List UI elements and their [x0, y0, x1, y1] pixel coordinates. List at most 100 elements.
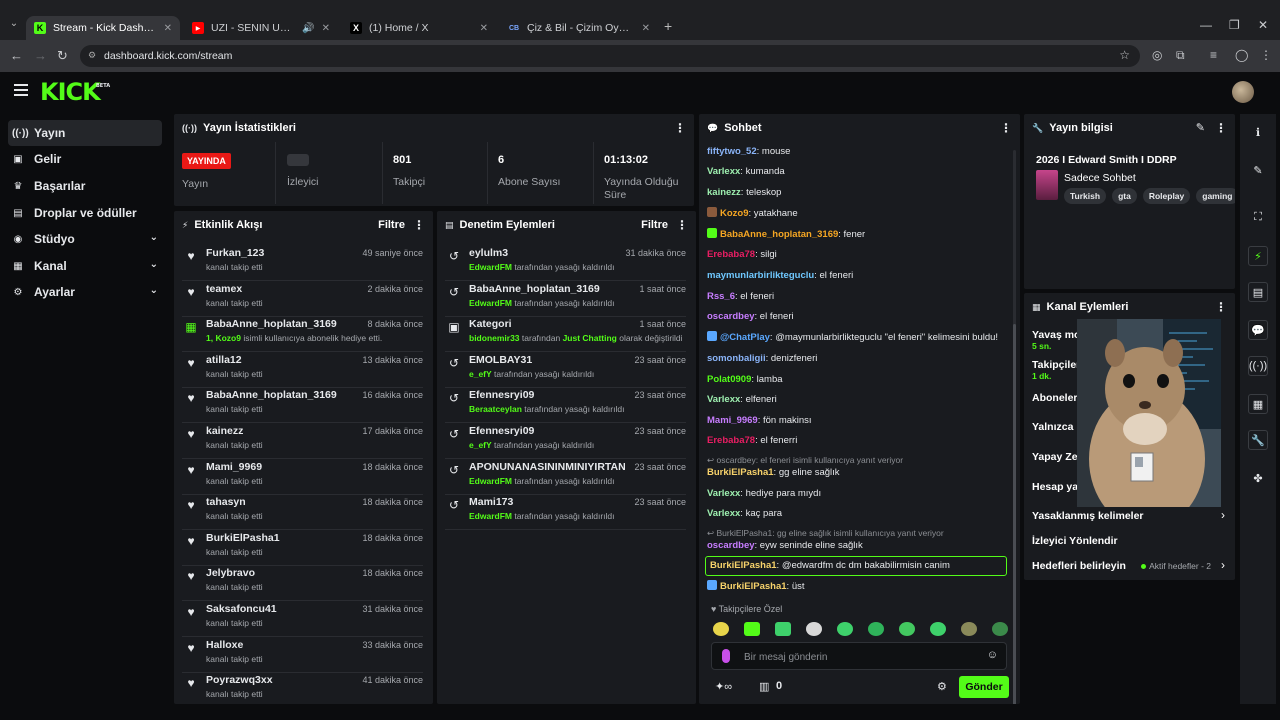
- list-item[interactable]: ↺ Mami173 23 saat önce EdwardFM tarafından …: [445, 494, 686, 531]
- edit-pencil-icon[interactable]: ✎: [1196, 121, 1205, 134]
- scan-icon[interactable]: ⛶: [1240, 203, 1276, 231]
- document-icon[interactable]: ▤: [1240, 278, 1276, 306]
- chat-settings-icon[interactable]: ⚙: [937, 680, 947, 693]
- close-icon[interactable]: ✕: [480, 23, 488, 34]
- chat-username[interactable]: BurkiElPasha1: [707, 467, 774, 478]
- list-item[interactable]: ↺ APONUNANASININMINIYIRTAN 23 saat önce Edw…: [445, 459, 686, 495]
- chat-username[interactable]: fiftytwo_52: [707, 146, 757, 157]
- chat-username[interactable]: BabaAnne_hoplatan_3169: [720, 229, 838, 240]
- chat-username[interactable]: oscardbey: [707, 311, 755, 322]
- channel-action-banned-words[interactable]: Yasaklanmış kelimeler ›: [1032, 504, 1225, 528]
- emote-icon[interactable]: [868, 622, 884, 636]
- list-item[interactable]: ↺ EMOLBAY31 23 saat önce e_efY tarafından y…: [445, 352, 686, 388]
- more-options-icon[interactable]: ⋮: [674, 121, 686, 135]
- url-field[interactable]: ⚙ dashboard.kick.com/stream ☆: [80, 45, 1140, 67]
- more-options-icon[interactable]: ⋮: [1215, 300, 1227, 314]
- browser-tab[interactable]: K Stream - Kick Dashboard ✕: [26, 16, 180, 40]
- minimize-icon[interactable]: —: [1200, 18, 1212, 32]
- list-item[interactable]: ↺ BabaAnne_hoplatan_3169 1 saat önce Edward…: [445, 281, 686, 317]
- channel-action-goals[interactable]: Hedefleri belirleyin Aktif hedefler - 2 …: [1032, 554, 1225, 578]
- puzzle-icon[interactable]: ⧉: [1176, 48, 1185, 63]
- more-options-icon[interactable]: ⋮: [676, 218, 688, 232]
- chat-username[interactable]: Varlexx: [707, 394, 740, 405]
- filter-button[interactable]: Filtre: [378, 219, 405, 231]
- list-item[interactable]: ▣ Kategori 1 saat önce bidonemir33 tarafınd…: [445, 316, 686, 353]
- close-icon[interactable]: ✕: [642, 23, 650, 34]
- list-item[interactable]: ♥ Poyrazwq3xx 41 dakika önce kanalı takip e…: [182, 672, 423, 704]
- broadcast-icon[interactable]: ((·)): [1240, 352, 1276, 380]
- emote-icon[interactable]: [713, 622, 729, 636]
- emote-icon[interactable]: [837, 622, 853, 636]
- bookmark-star-icon[interactable]: ☆: [1119, 48, 1130, 62]
- chat-username[interactable]: Kozo9: [720, 208, 749, 219]
- chat-username[interactable]: kainezz: [707, 187, 741, 198]
- emote-icon[interactable]: [961, 622, 977, 636]
- chat-username[interactable]: Erebaba78: [707, 249, 755, 260]
- send-button[interactable]: Gönder: [959, 676, 1009, 698]
- emote-icon[interactable]: [744, 622, 760, 636]
- chat-scrollbar-thumb[interactable]: [1013, 324, 1016, 704]
- chat-username[interactable]: Varlexx: [707, 488, 740, 499]
- channel-action-redirect[interactable]: İzleyici Yönlendir: [1032, 529, 1225, 553]
- list-item[interactable]: ↺ eylulm3 31 dakika önce EdwardFM tarafında…: [445, 245, 686, 281]
- lightning-icon[interactable]: ⚡: [1240, 242, 1276, 270]
- channel-points-icon[interactable]: ✦∞: [715, 680, 732, 693]
- chat-input-box[interactable]: ☺: [711, 642, 1007, 670]
- sidebar-item-droplar[interactable]: ▤ Droplar ve ödüller: [8, 200, 162, 226]
- chat-username[interactable]: somonbaligii: [707, 353, 766, 364]
- hamburger-menu-icon[interactable]: [14, 84, 28, 96]
- user-avatar[interactable]: [1232, 81, 1254, 103]
- emote-icon[interactable]: [930, 622, 946, 636]
- list-item[interactable]: ♥ BabaAnne_hoplatan_3169 16 dakika önce kan…: [182, 387, 423, 424]
- chat-username[interactable]: Polat0909: [707, 374, 751, 385]
- chat-username[interactable]: oscardbey: [707, 540, 755, 551]
- list-item[interactable]: ♥ tahasyn 18 dakika önce kanalı takip etti: [182, 494, 423, 531]
- chat-bubble-icon[interactable]: 💬: [1240, 316, 1276, 344]
- chat-username[interactable]: Erebaba78: [707, 435, 755, 446]
- list-item[interactable]: ♥ Furkan_123 49 saniye önce kanalı takip et…: [182, 245, 423, 281]
- maximize-icon[interactable]: ❐: [1229, 18, 1240, 32]
- community-icon[interactable]: ✤: [1240, 464, 1276, 492]
- list-item[interactable]: ♥ BurkiElPasha1 18 dakika önce kanalı takip…: [182, 530, 423, 566]
- window-close-icon[interactable]: ✕: [1258, 18, 1268, 32]
- close-icon[interactable]: ✕: [322, 23, 330, 34]
- browser-menu-icon[interactable]: ⋮: [1260, 48, 1272, 62]
- tab-search-icon[interactable]: ⌄: [6, 18, 22, 34]
- extension-icon[interactable]: ◎: [1152, 48, 1162, 62]
- emote-icon[interactable]: [899, 622, 915, 636]
- microphone-icon[interactable]: [722, 649, 730, 663]
- sidebar-item-ayarlar[interactable]: ⚙ Ayarlar ⌄: [8, 279, 162, 305]
- emote-icon[interactable]: [775, 622, 791, 636]
- list-item[interactable]: ♥ kainezz 17 dakika önce kanalı takip etti: [182, 423, 423, 459]
- back-icon[interactable]: ←: [10, 48, 23, 63]
- reload-icon[interactable]: ↻: [57, 48, 68, 64]
- filter-button[interactable]: Filtre: [641, 219, 668, 231]
- chat-username[interactable]: @ChatPlay: [720, 332, 770, 343]
- site-info-icon[interactable]: ⚙: [88, 50, 98, 60]
- new-tab-icon[interactable]: +: [664, 18, 672, 34]
- sidebar-item-basarilar[interactable]: ♛ Başarılar: [8, 173, 162, 199]
- chat-message-input[interactable]: [744, 649, 964, 665]
- emoji-icon[interactable]: ☺: [987, 649, 998, 661]
- list-item[interactable]: ♥ Saksafoncu41 31 dakika önce kanalı takip …: [182, 601, 423, 637]
- sidebar-item-kanal[interactable]: ▦ Kanal ⌄: [8, 253, 162, 279]
- browser-tab[interactable]: X (1) Home / X ✕: [342, 16, 496, 40]
- list-item[interactable]: ▦ BabaAnne_hoplatan_3169 8 dakika önce 1, K…: [182, 316, 423, 353]
- list-item[interactable]: ♥ atilla12 13 dakika önce kanalı takip etti: [182, 352, 423, 388]
- layout-icon[interactable]: ▦: [1240, 390, 1276, 418]
- more-options-icon[interactable]: ⋮: [1000, 121, 1012, 135]
- speaker-icon[interactable]: 🔊: [302, 23, 314, 34]
- sidebar-item-studyo[interactable]: ◉ Stüdyo ⌄: [8, 226, 162, 252]
- emote-icon[interactable]: [806, 622, 822, 636]
- kick-logo[interactable]: KICK BETA: [40, 78, 110, 106]
- pencil-icon[interactable]: ✎: [1240, 156, 1276, 184]
- more-options-icon[interactable]: ⋮: [1215, 121, 1227, 135]
- list-item[interactable]: ↺ Efennesryi09 23 saat önce e_efY tarafında…: [445, 423, 686, 459]
- more-options-icon[interactable]: ⋮: [413, 218, 425, 232]
- list-item[interactable]: ♥ Halloxe 33 dakika önce kanalı takip etti: [182, 637, 423, 673]
- chat-username[interactable]: Varlexx: [707, 166, 740, 177]
- list-item[interactable]: ♥ Jelybravo 18 dakika önce kanalı takip ett…: [182, 565, 423, 602]
- emote-icon[interactable]: [992, 622, 1008, 636]
- wrench-icon[interactable]: 🔧: [1240, 426, 1276, 454]
- sidebar-item-yayin[interactable]: ((·)) Yayın: [8, 120, 162, 146]
